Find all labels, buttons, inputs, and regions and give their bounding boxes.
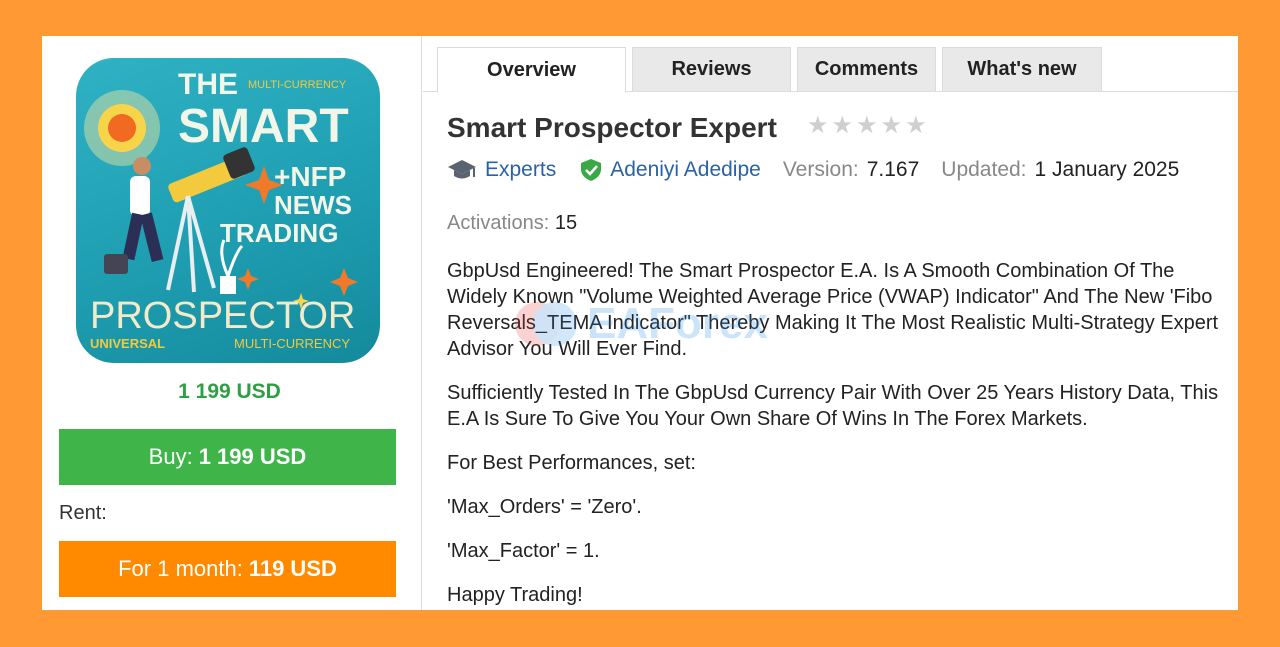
star-icon: ★	[856, 112, 878, 139]
product-title: Smart Prospector Expert	[447, 112, 777, 143]
image-text-smart: SMART	[178, 100, 349, 153]
rating-stars: ★ ★ ★ ★ ★	[807, 114, 927, 138]
image-text-trading: TRADING	[220, 218, 338, 248]
description-paragraph: 'Max_Orders' = 'Zero'.	[447, 496, 642, 518]
tab-comments[interactable]: Comments	[797, 47, 936, 92]
graduation-cap-icon	[447, 158, 477, 182]
buy-button-price: 1 199 USD	[198, 444, 307, 469]
image-text-universal: UNIVERSAL	[90, 336, 165, 351]
rent-period-label: For 1 month:	[118, 556, 243, 581]
updated-label: Updated:	[941, 158, 1027, 181]
product-panel: THE MULTI-CURRENCY SMART +NFP NEWS TRADI…	[42, 36, 1238, 610]
star-icon: ★	[880, 112, 903, 139]
product-price: 1 199 USD	[178, 380, 281, 403]
purchase-sidebar: THE MULTI-CURRENCY SMART +NFP NEWS TRADI…	[42, 36, 422, 610]
star-icon: ★	[807, 112, 829, 139]
tab-overview[interactable]: Overview	[437, 47, 626, 93]
tab-whats-new[interactable]: What's new	[942, 47, 1102, 92]
tab-reviews[interactable]: Reviews	[632, 47, 791, 92]
activations: Activations: 15	[447, 212, 577, 235]
buy-button-label: Buy:	[148, 444, 193, 469]
activations-label: Activations:	[447, 212, 550, 234]
activations-value: 15	[554, 212, 578, 234]
rent-1-month-button[interactable]: For 1 month: 119 USD	[59, 541, 396, 597]
buy-button[interactable]: Buy: 1 199 USD	[59, 429, 396, 485]
rent-price: 119 USD	[248, 556, 337, 581]
star-icon: ★	[831, 112, 854, 139]
description-paragraph: GbpUsd Engineered! The Smart Prospector …	[447, 260, 1219, 360]
description-paragraph: 'Max_Factor' = 1.	[447, 540, 600, 562]
product-description: GbpUsd Engineered! The Smart Prospector …	[447, 258, 1227, 626]
updated-value: 1 January 2025	[1034, 158, 1180, 181]
image-text-the: THE	[178, 68, 238, 101]
image-text-multicurrency-bottom: MULTI-CURRENCY	[234, 336, 350, 351]
product-image[interactable]: THE MULTI-CURRENCY SMART +NFP NEWS TRADI…	[76, 58, 380, 363]
description-paragraph: Sufficiently Tested In The GbpUsd Curren…	[447, 382, 1219, 430]
verified-shield-icon	[580, 158, 602, 182]
rent-label: Rent:	[59, 502, 107, 524]
version-label: Version:	[782, 158, 859, 181]
product-meta: Experts Adeniyi Adedipe Version: 7.167 U…	[447, 158, 1179, 182]
image-text-news: NEWS	[274, 190, 352, 220]
tab-bar: Overview Reviews Comments What's new	[437, 47, 1108, 93]
author-link[interactable]: Adeniyi Adedipe	[610, 158, 761, 182]
image-text-nfp: +NFP	[274, 161, 346, 192]
image-text-multicurrency-top: MULTI-CURRENCY	[248, 79, 347, 91]
description-paragraph: For Best Performances, set:	[447, 452, 696, 474]
star-icon: ★	[905, 112, 927, 139]
version-value: 7.167	[866, 158, 920, 181]
description-paragraph: Happy Trading!	[447, 584, 583, 606]
category-link[interactable]: Experts	[485, 158, 556, 182]
image-text-prospector: PROSPECTOR	[90, 295, 355, 337]
